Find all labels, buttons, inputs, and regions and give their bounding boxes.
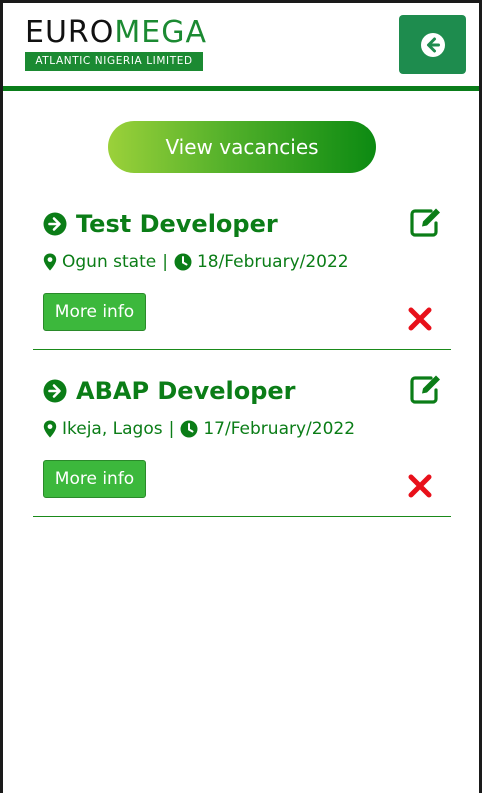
delete-job-button[interactable] [407,473,433,499]
logo-mega: MEGA [114,15,207,50]
arrow-right-circle-icon [43,379,67,403]
clock-icon [180,420,198,438]
view-vacancies-button[interactable]: View vacancies [108,121,376,173]
job-meta: Ikeja, Lagos | 17/February/2022 [43,417,355,441]
meta-separator: | [162,252,168,272]
edit-icon [410,208,440,237]
edit-job-button[interactable] [409,373,443,405]
company-logo: EUROMEGA ATLANTIC NIGERIA LIMITED [25,15,207,72]
location-pin-icon [43,253,57,271]
edit-icon [410,375,440,404]
job-meta: Ogun state | 18/February/2022 [43,250,349,274]
close-icon [408,307,432,331]
back-button[interactable] [399,15,466,74]
job-title-row: ABAP Developer [43,375,296,407]
logo-subtitle: ATLANTIC NIGERIA LIMITED [25,52,203,71]
job-card: Test Developer Ogun state | 18/February/… [33,198,451,350]
location-pin-icon [43,420,57,438]
logo-euro: EURO [25,15,115,50]
job-location: Ikeja, Lagos [62,419,163,439]
arrow-left-circle-icon [420,32,445,57]
job-date: 18/February/2022 [196,252,349,272]
arrow-right-circle-icon [43,212,67,236]
close-icon [408,474,432,498]
edit-job-button[interactable] [409,206,443,238]
job-date: 17/February/2022 [203,419,356,439]
job-title-row: Test Developer [43,208,278,240]
delete-job-button[interactable] [407,306,433,332]
more-info-button[interactable]: More info [43,460,146,498]
job-title: Test Developer [76,210,278,238]
job-card: ABAP Developer Ikeja, Lagos | 17/Februar… [33,365,451,517]
meta-separator: | [168,419,175,439]
header-divider [3,86,479,91]
more-info-button[interactable]: More info [43,293,146,331]
clock-icon [174,253,192,271]
header: EUROMEGA ATLANTIC NIGERIA LIMITED [3,3,479,88]
job-location: Ogun state [62,252,157,272]
job-title: ABAP Developer [76,377,296,405]
